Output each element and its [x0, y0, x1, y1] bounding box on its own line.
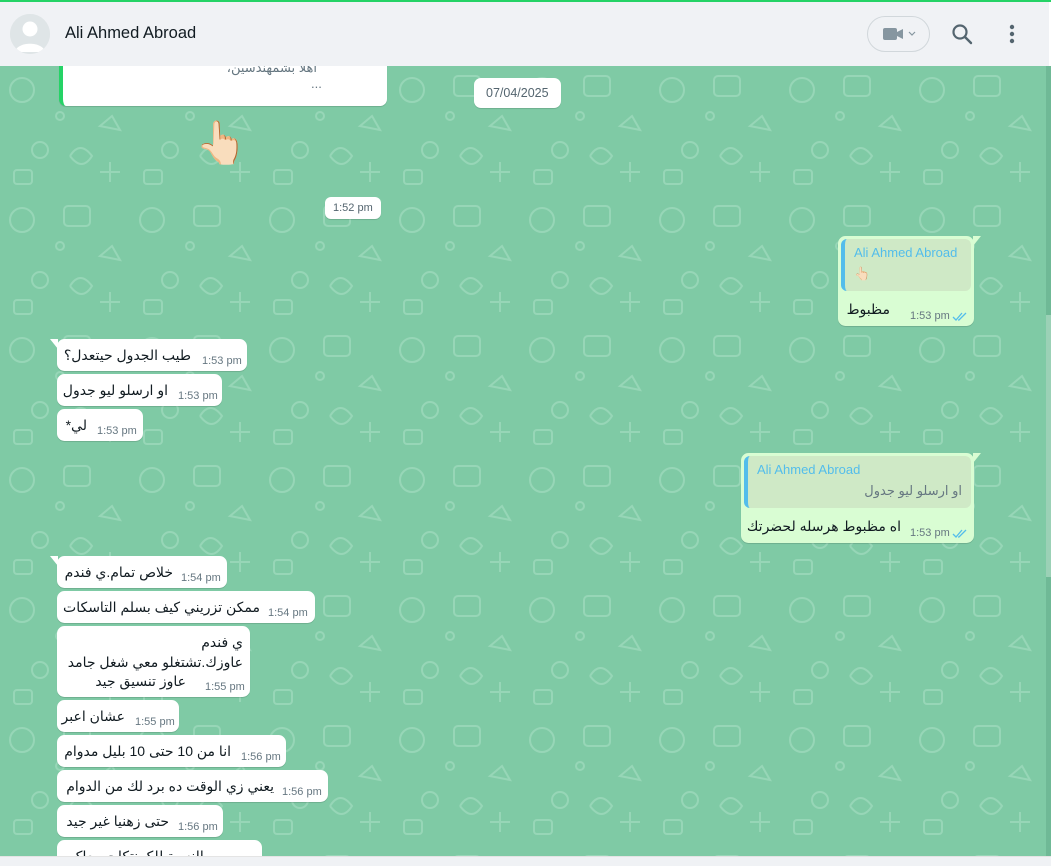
date-divider: 07/04/2025 [474, 78, 561, 108]
message-time: 1:55 pm [135, 716, 175, 728]
quoted-text: او ارسلو ليو جدول [864, 483, 962, 498]
message-text-line-3: عاوز تنسيق جيد [95, 673, 186, 689]
quoted-message[interactable]: Ali Ahmed Abroad 👆🏻 [841, 239, 971, 291]
incoming-message[interactable]: حتى زهنيا غير جيد 1:56 pm [57, 805, 223, 837]
message-text-line-1: ي فندم [201, 634, 243, 650]
quoted-author: Ali Ahmed Abroad [757, 462, 861, 477]
message-text: مظبوط [846, 301, 890, 317]
message-time: 1:56 pm [178, 821, 218, 833]
incoming-message[interactable]: لي* 1:53 pm [57, 409, 143, 441]
message-text: حتى زهنيا غير جيد [66, 813, 169, 829]
message-time: 1:54 pm [268, 607, 308, 619]
quoted-author: Ali Ahmed Abroad [854, 245, 958, 260]
contact-avatar[interactable] [10, 14, 50, 54]
message-text: انا من 10 حتى 10 بليل مدوام [64, 743, 231, 759]
previous-message-fragment[interactable]: اهلا بشمهندسين، ... [59, 66, 387, 106]
message-time: 1:53 pm [178, 390, 218, 402]
message-time: 1:53 pm [97, 425, 137, 437]
message-text: او ارسلو ليو جدول [62, 382, 168, 398]
incoming-message[interactable]: او ارسلو ليو جدول 1:53 pm [57, 374, 222, 406]
contact-name[interactable]: Ali Ahmed Abroad [65, 24, 196, 43]
previous-message-ellipsis: ... [311, 76, 322, 91]
video-call-button[interactable] [867, 16, 930, 52]
message-time: 1:55 pm [205, 681, 245, 693]
read-ticks-icon [952, 312, 967, 321]
outgoing-message[interactable]: Ali Ahmed Abroad 👆🏻 مظبوط 1:53 pm [838, 236, 981, 326]
message-text: خلاص تمام.ي فندم [64, 564, 173, 580]
message-text: طيب الجدول حيتعدل؟ [63, 347, 191, 363]
search-button[interactable] [950, 22, 974, 46]
outgoing-message[interactable]: Ali Ahmed Abroad او ارسلو ليو جدول اه مظ… [741, 453, 981, 543]
chevron-down-icon [908, 31, 915, 36]
menu-button[interactable] [1000, 22, 1024, 46]
composer-bar-edge [0, 856, 1051, 866]
incoming-message[interactable]: انا من 10 حتى 10 بليل مدوام 1:56 pm [57, 735, 286, 767]
message-text: يعني زي الوقت ده برد لك من الدوام [66, 778, 274, 794]
message-text: بالنسبة للكمنتكات معاكم [66, 848, 208, 856]
message-list[interactable]: اهلا بشمهندسين، ... 07/04/2025 👆🏻 1:52 p… [0, 66, 1046, 856]
message-time: 1:53 pm [910, 310, 950, 322]
incoming-message[interactable]: بالنسبة للكمنتكات معاكم [57, 840, 262, 856]
message-time: 1:54 pm [181, 572, 221, 584]
message-text: لي* [65, 417, 87, 433]
read-ticks-icon [952, 529, 967, 538]
scrollbar-thumb[interactable] [1046, 315, 1051, 577]
message-time: 1:56 pm [282, 786, 322, 798]
message-time: 1:53 pm [910, 527, 950, 539]
incoming-message[interactable]: ي فندم عاوزك.تشتغلو معي شغل جامد عاوز تن… [57, 626, 250, 697]
incoming-message[interactable]: خلاص تمام.ي فندم 1:54 pm [50, 556, 227, 588]
emoji-message[interactable]: 👆🏻 [195, 122, 247, 164]
quoted-message[interactable]: Ali Ahmed Abroad او ارسلو ليو جدول [744, 456, 971, 508]
message-time: 1:53 pm [202, 355, 242, 367]
quoted-text: 👆🏻 [854, 266, 871, 281]
message-text-line-2: عاوزك.تشتغلو معي شغل جامد [67, 654, 243, 670]
incoming-message[interactable]: طيب الجدول حيتعدل؟ 1:53 pm [50, 339, 247, 371]
message-time: 1:56 pm [241, 751, 281, 763]
emoji-message-time: 1:52 pm [325, 197, 381, 219]
incoming-message[interactable]: ممكن تزريني كيف بسلم التاسكات 1:54 pm [57, 591, 315, 623]
whatsapp-chat-window: Ali Ahmed Abroad اهلا بشمهندسين، ... 07/… [0, 0, 1051, 866]
incoming-message[interactable]: عشان اعبر 1:55 pm [57, 700, 179, 732]
message-text: اه مظبوط هرسله لحضرتك [746, 518, 901, 534]
message-text: ممكن تزريني كيف بسلم التاسكات [63, 599, 260, 615]
previous-message-text: اهلا بشمهندسين، [226, 66, 317, 75]
incoming-message[interactable]: يعني زي الوقت ده برد لك من الدوام 1:56 p… [57, 770, 328, 802]
avatar-placeholder-icon [10, 14, 50, 54]
search-icon [952, 24, 973, 45]
more-vertical-icon [1009, 24, 1015, 44]
video-camera-icon [882, 28, 903, 40]
chat-header: Ali Ahmed Abroad [0, 2, 1049, 67]
message-text: عشان اعبر [61, 708, 125, 724]
